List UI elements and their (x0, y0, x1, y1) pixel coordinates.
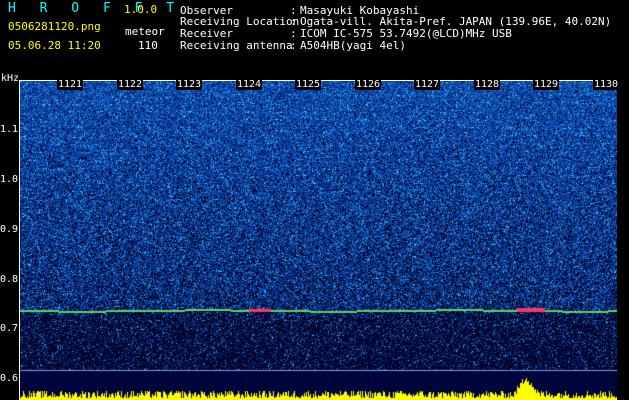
y-tick: 0.9 (0, 224, 19, 235)
x-tick: 1128 (474, 79, 501, 90)
info-value: A504HB(yagi 4el) (300, 39, 406, 52)
x-tick: 1125 (295, 79, 322, 90)
axis-left-line (19, 80, 20, 400)
y-tick: 1.0 (0, 174, 19, 185)
y-tick: 1.1 (0, 124, 19, 135)
y-axis-unit: kHz (1, 73, 20, 84)
x-tick: 1127 (414, 79, 441, 90)
y-tick: 0.8 (0, 274, 19, 285)
spectrogram-canvas (19, 81, 617, 400)
x-tick: 1126 (355, 79, 382, 90)
mode-label: meteor (125, 25, 165, 38)
x-tick: 1124 (236, 79, 263, 90)
y-tick: 0.6 (0, 373, 19, 384)
file-name: 0506281120.png (8, 20, 101, 33)
x-tick: 1121 (57, 79, 84, 90)
count-value: 110 (138, 39, 158, 52)
app-version: 1.0.0 (124, 3, 158, 16)
datetime: 05.06.28 11:20 (8, 39, 101, 52)
info-sep: : (290, 39, 297, 52)
spectrogram-plot (19, 81, 617, 400)
x-tick: 1122 (117, 79, 144, 90)
x-tick: 1123 (176, 79, 203, 90)
y-tick: 0.7 (0, 323, 19, 334)
info-key: Receiving antenna (180, 39, 293, 52)
x-tick: 1130 (593, 79, 620, 90)
x-tick: 1129 (533, 79, 560, 90)
